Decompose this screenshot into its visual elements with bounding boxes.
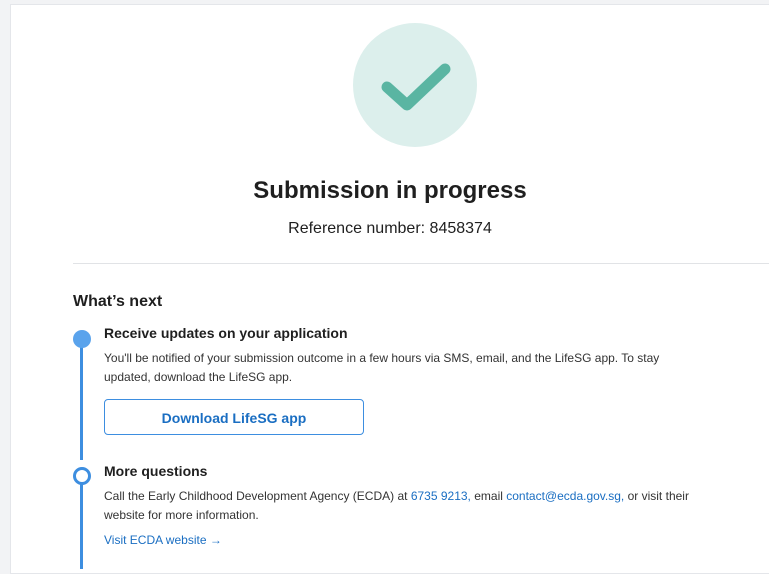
download-lifesg-app-button[interactable]: Download LifeSG app	[104, 399, 364, 435]
step-questions-description: Call the Early Childhood Development Age…	[104, 487, 724, 525]
step-updates-text-line-1: You'll be notified of your submission ou…	[104, 351, 660, 365]
page-title: Submission in progress	[253, 177, 527, 204]
step-updates-text-line-2: updated, download the LifeSG app.	[104, 370, 293, 384]
step-questions-text-prefix: Call the Early Childhood Development Age…	[104, 489, 411, 503]
success-badge	[353, 23, 477, 147]
reference-label: Reference number:	[288, 220, 430, 237]
timeline-line	[80, 341, 83, 460]
divider	[73, 263, 769, 264]
reference-number: Reference number: 8458374	[11, 217, 769, 241]
timeline-line	[80, 478, 83, 569]
step-updates-title: Receive updates on your application	[104, 325, 348, 341]
reference-value: 8458374	[429, 220, 492, 237]
check-icon	[381, 63, 451, 111]
timeline-dot-pending-icon	[73, 467, 91, 485]
confirmation-card: Submission in progress Reference number:…	[10, 4, 769, 574]
visit-ecda-website-link[interactable]: Visit ECDA website →	[104, 531, 222, 549]
ecda-phone-link[interactable]: 6735 9213,	[411, 489, 471, 503]
whats-next-heading: What’s next	[73, 293, 163, 310]
step-questions-text-suffix: or visit their	[624, 489, 689, 503]
step-questions-text-mid: email	[470, 489, 507, 503]
timeline-dot-active-icon	[73, 330, 91, 348]
step-updates-description: You'll be notified of your submission ou…	[104, 349, 724, 387]
step-questions-title: More questions	[104, 463, 208, 479]
ecda-email-link[interactable]: contact@ecda.gov.sg,	[506, 489, 624, 503]
step-questions-text-line-2: website for more information.	[104, 508, 259, 522]
